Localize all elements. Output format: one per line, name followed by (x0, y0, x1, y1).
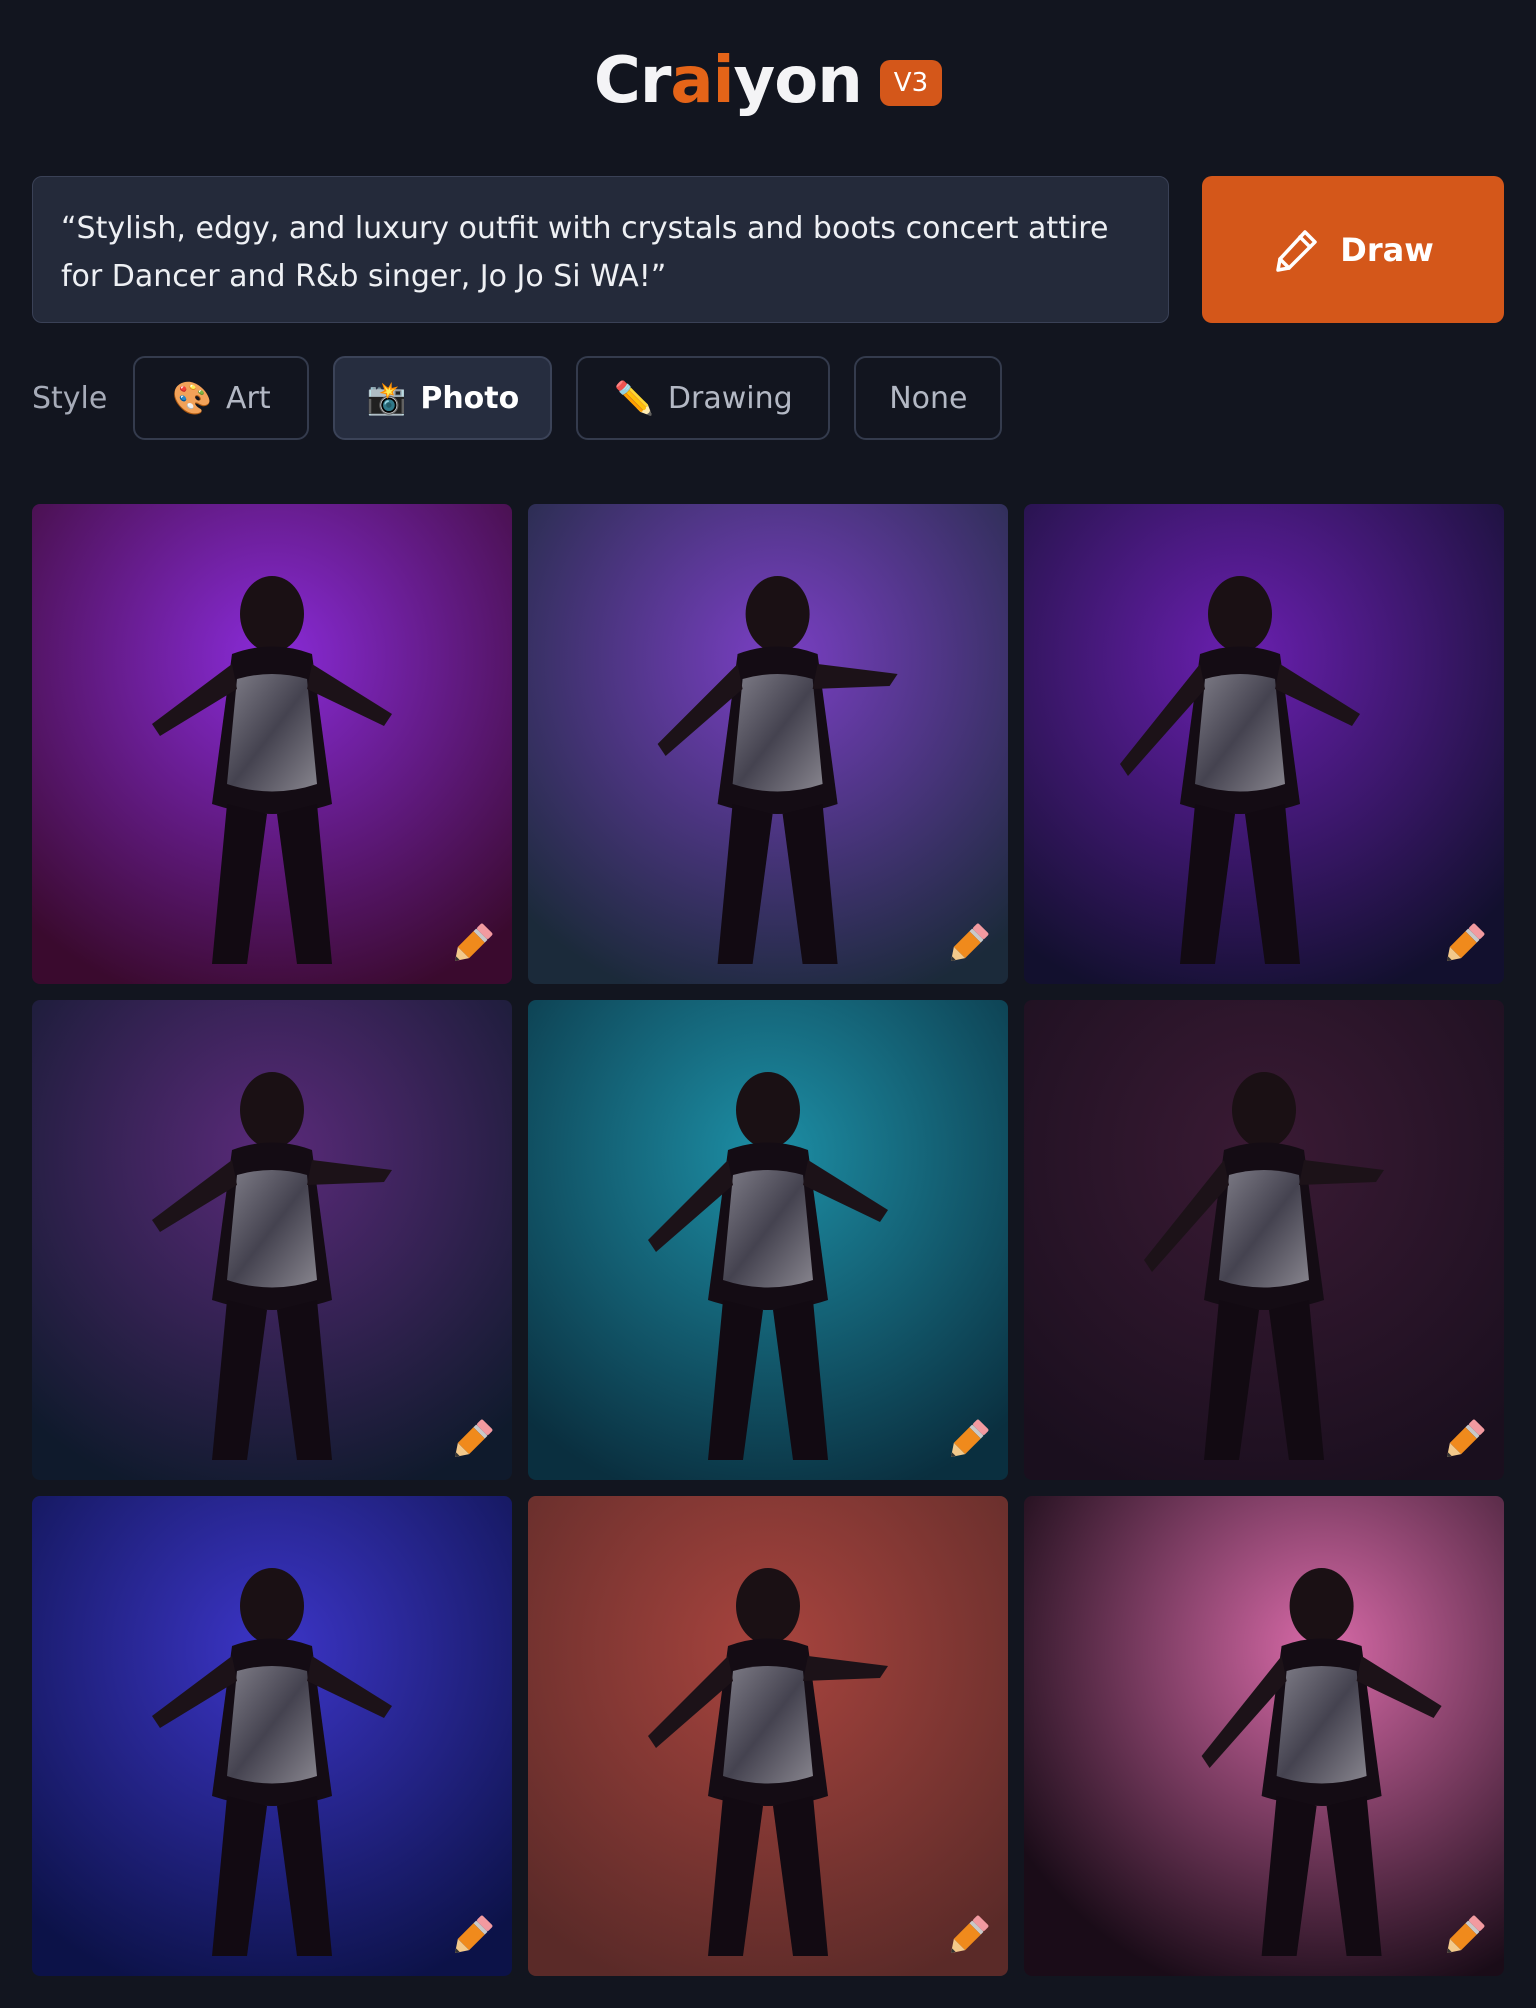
style-selector: Style 🎨 Art 📸 Photo ✏️ Drawing None (32, 356, 1026, 440)
image-crystal-gown-stage-audience (528, 504, 1008, 984)
edit-pencil-icon[interactable] (942, 1910, 994, 1962)
generated-image[interactable] (32, 1000, 512, 1480)
style-option-photo[interactable]: 📸 Photo (333, 356, 553, 440)
image-crystal-bodysuit-dark (1024, 1000, 1504, 1480)
edit-pencil-icon[interactable] (446, 1414, 498, 1466)
style-label: Style (32, 380, 108, 416)
style-option-label: Drawing (667, 380, 793, 416)
generated-image[interactable] (1024, 504, 1504, 984)
edit-pencil-icon[interactable] (1438, 1414, 1490, 1466)
edit-pencil-icon[interactable] (446, 1910, 498, 1962)
generated-image[interactable] (1024, 1000, 1504, 1480)
edit-pencil-icon[interactable] (446, 918, 498, 970)
edit-pencil-icon[interactable] (1438, 1910, 1490, 1962)
image-red-backdrop-sunglasses (528, 1496, 1008, 1976)
generated-image[interactable] (528, 1000, 1008, 1480)
version-badge: V3 (879, 60, 943, 106)
image-pink-backlit-gown (1024, 1496, 1504, 1976)
palette-icon: 🎨 (172, 379, 212, 417)
generated-image[interactable] (1024, 1496, 1504, 1976)
pencil-icon (1276, 229, 1317, 272)
style-option-art[interactable]: 🎨 Art (133, 356, 310, 440)
edit-pencil-icon[interactable] (942, 918, 994, 970)
craiyon-logo[interactable]: Craiyon (594, 49, 863, 113)
style-option-drawing[interactable]: ✏️ Drawing (576, 356, 831, 440)
image-purple-spotlight-figure (32, 504, 512, 984)
style-option-none[interactable]: None (854, 356, 1003, 440)
image-purple-jeweled-performer (1024, 504, 1504, 984)
image-blue-stage-lights (32, 1496, 512, 1976)
image-teal-spotlight-dress (528, 1000, 1008, 1480)
image-grid (32, 504, 1504, 1976)
draw-button[interactable]: Draw (1202, 176, 1504, 323)
image-silver-sequin-dancers (32, 1000, 512, 1480)
header: Craiyon V3 (0, 40, 1536, 122)
edit-pencil-icon[interactable] (1438, 918, 1490, 970)
generated-image[interactable] (528, 1496, 1008, 1976)
generated-image[interactable] (32, 504, 512, 984)
edit-pencil-icon[interactable] (942, 1414, 994, 1466)
pencil-emoji-icon: ✏️ (614, 379, 654, 417)
style-option-label: Art (225, 380, 271, 416)
prompt-input[interactable]: “Stylish, edgy, and luxury outfit with c… (32, 176, 1169, 323)
camera-flash-icon: 📸 (366, 379, 407, 417)
generated-image[interactable] (528, 504, 1008, 984)
style-option-label: None (889, 380, 968, 416)
draw-button-label: Draw (1340, 230, 1434, 269)
style-option-label: Photo (420, 380, 520, 416)
generated-image[interactable] (32, 1496, 512, 1976)
